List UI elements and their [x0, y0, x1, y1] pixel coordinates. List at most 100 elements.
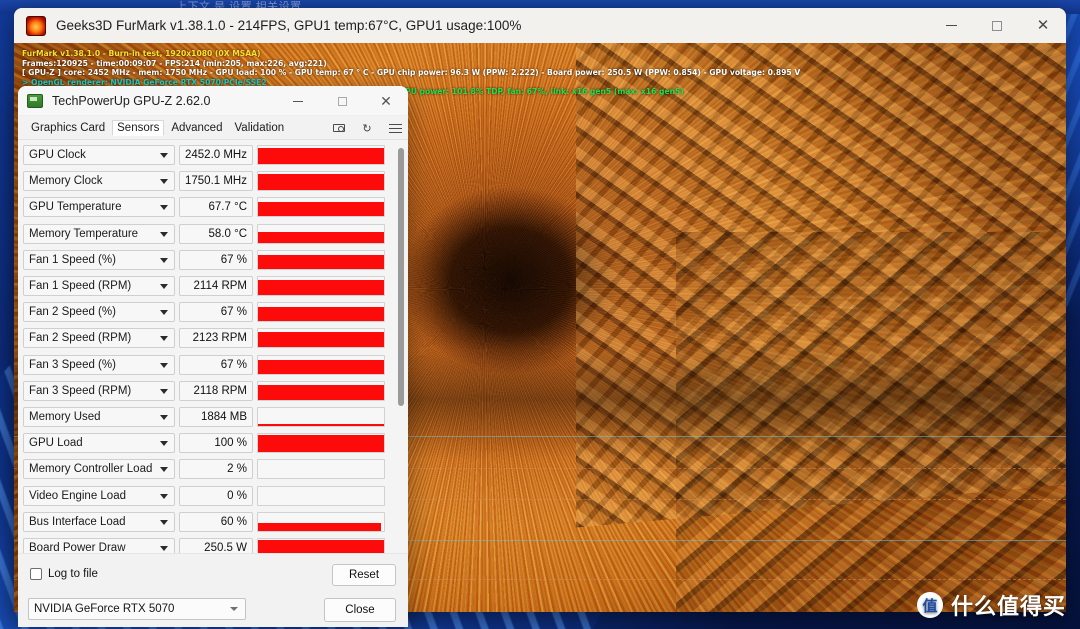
- log-to-file-checkbox-row[interactable]: Log to file: [30, 568, 98, 580]
- sensor-graph: [257, 433, 385, 454]
- sensor-name-dropdown[interactable]: GPU Load: [23, 433, 175, 454]
- sensor-graph: [257, 406, 385, 427]
- reset-button[interactable]: Reset: [332, 564, 396, 586]
- sensor-value: 2 %: [179, 459, 253, 480]
- close-icon: ✕: [380, 93, 392, 109]
- sensor-name-label: GPU Clock: [29, 149, 86, 162]
- chevron-down-icon: [160, 414, 168, 420]
- tab-graphics-card[interactable]: Graphics Card: [26, 120, 110, 136]
- refresh-icon[interactable]: ↻: [360, 121, 374, 135]
- sensor-graph: [257, 249, 385, 270]
- screen-root: 上下文 是 设置 相关设置 Geeks3D FurMark v1.38.1.0 …: [0, 0, 1080, 629]
- sensor-row: Memory Controller Load 2 %: [18, 456, 408, 482]
- furmark-window-title: Geeks3D FurMark v1.38.1.0 - 214FPS, GPU1…: [56, 18, 522, 33]
- maximize-icon: [337, 96, 347, 106]
- chevron-down-icon: [160, 362, 168, 368]
- sensor-row: Memory Temperature 58.0 °C: [18, 221, 408, 247]
- sensor-row: GPU Load 100 %: [18, 430, 408, 456]
- tab-validation[interactable]: Validation: [229, 120, 289, 136]
- chevron-down-icon: [160, 336, 168, 342]
- sensor-value: 0 %: [179, 485, 253, 506]
- sensor-value: 67.7 °C: [179, 197, 253, 218]
- sensor-name-label: Memory Controller Load: [29, 463, 153, 476]
- sensor-graph: [257, 171, 385, 192]
- sensor-name-dropdown[interactable]: Memory Temperature: [23, 223, 175, 244]
- sensor-name-label: GPU Temperature: [29, 201, 122, 214]
- menu-icon[interactable]: [388, 121, 402, 135]
- sensor-name-dropdown[interactable]: Fan 3 Speed (RPM): [23, 380, 175, 401]
- sensor-name-dropdown[interactable]: Bus Interface Load: [23, 511, 175, 532]
- sensor-name-dropdown[interactable]: Fan 2 Speed (%): [23, 302, 175, 323]
- sensor-value: 100 %: [179, 433, 253, 454]
- sensor-name-dropdown[interactable]: Fan 3 Speed (%): [23, 354, 175, 375]
- furmark-minimize-button[interactable]: [928, 8, 974, 43]
- gpuz-tab-bar: Graphics Card Sensors Advanced Validatio…: [18, 116, 408, 140]
- furmark-close-button[interactable]: ✕: [1020, 8, 1066, 43]
- sensor-graph-fill: [258, 332, 384, 348]
- sensor-value: 2118 RPM: [179, 380, 253, 401]
- sensor-rows-container: GPU Clock 2452.0 MHz Memory Clock 1750.1 MH…: [18, 142, 408, 553]
- gpu-select-dropdown[interactable]: NVIDIA GeForce RTX 5070: [28, 598, 246, 620]
- sensor-graph-fill: [258, 384, 384, 400]
- sensor-name-dropdown[interactable]: Video Engine Load: [23, 485, 175, 506]
- gpuz-titlebar[interactable]: TechPowerUp GPU-Z 2.62.0 ✕: [18, 86, 408, 116]
- chevron-down-icon: [160, 205, 168, 211]
- chevron-down-icon: [160, 388, 168, 394]
- sensor-name-label: Fan 3 Speed (%): [29, 358, 116, 371]
- sensor-row: GPU Clock 2452.0 MHz: [18, 142, 408, 168]
- sensor-name-dropdown[interactable]: Memory Clock: [23, 171, 175, 192]
- sensor-value: 1884 MB: [179, 406, 253, 427]
- sensor-name-dropdown[interactable]: GPU Clock: [23, 145, 175, 166]
- chevron-down-icon: [160, 179, 168, 185]
- log-to-file-label: Log to file: [48, 568, 98, 580]
- gpuz-toolbar: ↻: [332, 116, 402, 140]
- gpuz-bottom-bar: Log to file Reset NVIDIA GeForce RTX 507…: [18, 553, 408, 627]
- gpu-select-value: NVIDIA GeForce RTX 5070: [34, 603, 175, 615]
- chevron-down-icon: [160, 493, 168, 499]
- sensor-value: 2114 RPM: [179, 276, 253, 297]
- sensor-name-dropdown[interactable]: GPU Temperature: [23, 197, 175, 218]
- sensor-name-label: Fan 2 Speed (%): [29, 306, 116, 319]
- sensor-name-label: GPU Load: [29, 437, 83, 450]
- sensor-name-dropdown[interactable]: Fan 1 Speed (%): [23, 249, 175, 270]
- chevron-down-icon: [160, 257, 168, 263]
- tab-advanced[interactable]: Advanced: [166, 120, 227, 136]
- camera-icon[interactable]: [332, 121, 346, 135]
- chevron-down-icon: [160, 310, 168, 316]
- sensor-name-label: Memory Used: [29, 410, 101, 423]
- sensor-value: 60 %: [179, 511, 253, 532]
- sensor-graph-fill: [258, 522, 382, 531]
- log-to-file-checkbox[interactable]: [30, 568, 42, 580]
- gpuz-maximize-button[interactable]: [320, 86, 364, 116]
- sensor-name-label: Fan 2 Speed (RPM): [29, 332, 132, 345]
- sensor-name-dropdown[interactable]: Memory Used: [23, 406, 175, 427]
- sensor-graph-fill: [258, 435, 384, 453]
- chevron-down-icon: [160, 231, 168, 237]
- tab-sensors[interactable]: Sensors: [112, 119, 165, 136]
- close-button[interactable]: Close: [324, 598, 396, 622]
- sensor-value: 250.5 W: [179, 537, 253, 553]
- gpuz-sensor-list[interactable]: GPU Clock 2452.0 MHz Memory Clock 1750.1 MH…: [18, 140, 408, 553]
- sensor-scrollbar[interactable]: [398, 148, 404, 408]
- furmark-maximize-button[interactable]: [974, 8, 1020, 43]
- sensor-row: GPU Temperature 67.7 °C: [18, 194, 408, 220]
- sensor-name-dropdown[interactable]: Fan 1 Speed (RPM): [23, 276, 175, 297]
- sensor-graph-fill: [258, 174, 384, 191]
- sensor-graph: [257, 328, 385, 349]
- chevron-down-icon: [160, 284, 168, 290]
- sensor-name-dropdown[interactable]: Memory Controller Load: [23, 459, 175, 480]
- gpuz-minimize-button[interactable]: [276, 86, 320, 116]
- sensor-scrollbar-thumb[interactable]: [398, 148, 404, 406]
- sensor-name-dropdown[interactable]: Fan 2 Speed (RPM): [23, 328, 175, 349]
- sensor-name-label: Board Power Draw: [29, 541, 126, 553]
- sensor-name-dropdown[interactable]: Board Power Draw: [23, 537, 175, 553]
- sensor-row: Fan 1 Speed (RPM) 2114 RPM: [18, 273, 408, 299]
- sensor-graph: [257, 485, 385, 506]
- gpuz-close-button[interactable]: ✕: [364, 86, 408, 116]
- sensor-graph: [257, 537, 385, 553]
- sensor-value: 67 %: [179, 302, 253, 323]
- sensor-value: 1750.1 MHz: [179, 171, 253, 192]
- gpuz-app-icon: [27, 93, 43, 108]
- furmark-titlebar[interactable]: Geeks3D FurMark v1.38.1.0 - 214FPS, GPU1…: [14, 8, 1066, 43]
- sensor-graph-fill: [258, 423, 384, 426]
